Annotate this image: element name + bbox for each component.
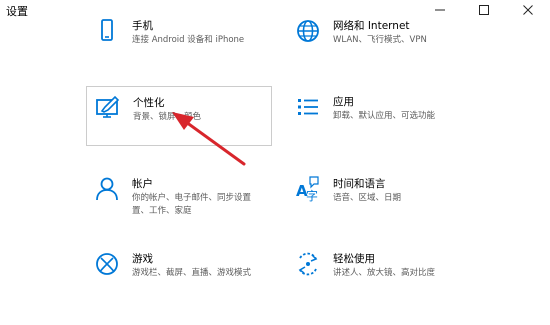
close-icon xyxy=(523,5,533,15)
tile-description: 连接 Android 设备和 iPhone xyxy=(132,35,245,45)
tile-description: 游戏栏、截屏、直播、游戏模式 xyxy=(132,268,252,278)
tile-personalization[interactable]: 个性化 背景、锁屏、颜色 xyxy=(86,86,272,146)
tile-description: 卸载、默认应用、可选功能 xyxy=(333,111,436,121)
tile-description: 背景、锁屏、颜色 xyxy=(133,112,202,122)
tile-title: 帐户 xyxy=(132,178,153,190)
tile-time-language[interactable]: A 字 时间和语言 语音、区域、日期 xyxy=(287,168,473,228)
window-title: 设置 xyxy=(6,5,28,18)
tile-apps[interactable]: 应用 卸载、默认应用、可选功能 xyxy=(287,86,473,146)
close-button[interactable] xyxy=(506,0,550,20)
svg-text:字: 字 xyxy=(306,188,318,203)
tile-title: 时间和语言 xyxy=(333,178,386,190)
tile-title: 轻松使用 xyxy=(333,253,375,265)
tile-title: 应用 xyxy=(333,96,354,108)
tile-description: 语音、区域、日期 xyxy=(333,193,402,203)
tile-title: 网络和 Internet xyxy=(333,20,410,32)
tile-accounts[interactable]: 帐户 你的帐户、电子邮件、同步设置 置、工作、家庭 xyxy=(86,168,272,228)
tile-title: 个性化 xyxy=(133,97,165,109)
tile-phone[interactable]: 手机 连接 Android 设备和 iPhone xyxy=(86,10,272,70)
tile-title: 手机 xyxy=(132,20,153,32)
tile-description: WLAN、飞行模式、VPN xyxy=(333,35,427,45)
xbox-icon xyxy=(96,253,118,275)
tile-ease-of-access[interactable]: 轻松使用 讲述人、放大镜、高对比度 xyxy=(287,243,473,303)
ease-of-access-icon xyxy=(298,252,318,276)
maximize-icon xyxy=(479,5,489,15)
globe-icon xyxy=(297,20,319,42)
phone-icon xyxy=(101,19,113,41)
tile-description: 你的帐户、电子邮件、同步设置 置、工作、家庭 xyxy=(132,193,252,216)
apps-list-icon xyxy=(298,99,318,115)
personalization-icon xyxy=(96,95,120,118)
tile-network-internet[interactable]: 网络和 Internet WLAN、飞行模式、VPN xyxy=(287,10,473,70)
person-icon xyxy=(96,177,118,201)
tile-gaming[interactable]: 游戏 游戏栏、截屏、直播、游戏模式 xyxy=(86,243,272,303)
tile-description: 讲述人、放大镜、高对比度 xyxy=(333,268,436,278)
tile-title: 游戏 xyxy=(132,253,153,265)
time-language-icon: A 字 xyxy=(296,176,319,203)
